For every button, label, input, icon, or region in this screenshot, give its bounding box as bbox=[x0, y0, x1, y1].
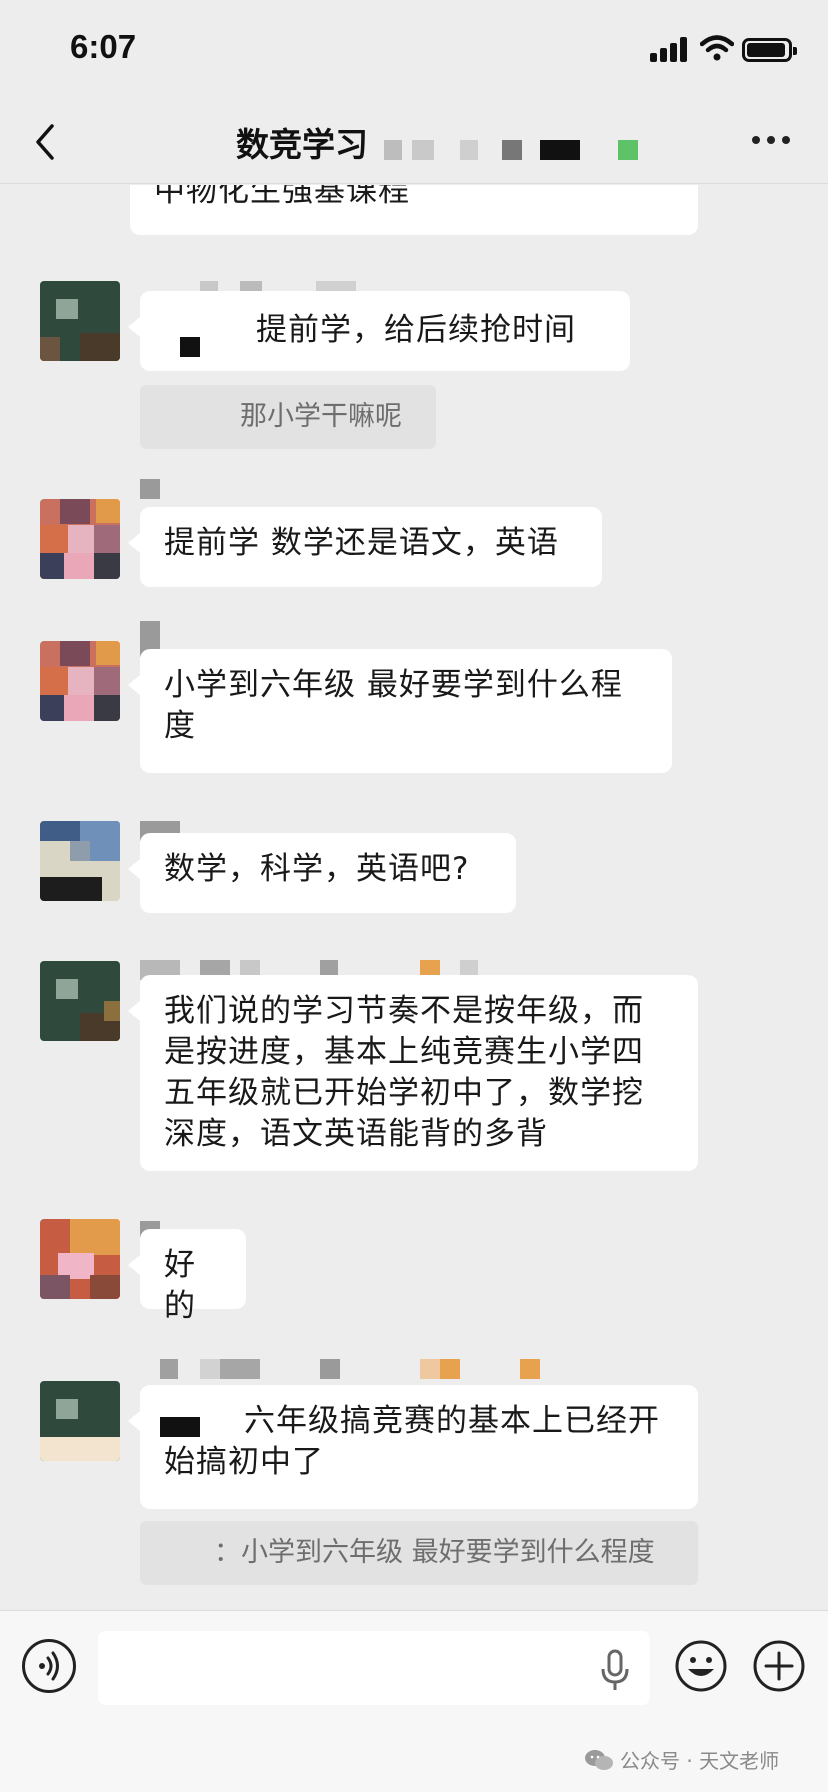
message-bubble[interactable]: 六年级搞竞赛的基本上已经开始搞初中了 bbox=[128, 1385, 698, 1509]
back-chevron-icon[interactable] bbox=[30, 120, 60, 164]
wifi-icon bbox=[700, 35, 734, 61]
message-text: 提前学，给后续抢时间 bbox=[256, 312, 576, 348]
message-input[interactable] bbox=[98, 1631, 650, 1705]
emoji-icon[interactable] bbox=[674, 1639, 728, 1693]
cellular-signal-icon bbox=[650, 36, 690, 62]
input-bar: 公众号 · 天文老师 bbox=[0, 1610, 828, 1792]
quote-text: ：小学到六年级 最好要学到什么程度 bbox=[214, 1537, 655, 1568]
message-list[interactable]: 中物化生强基课程 提前学，给后续抢时间 那小学干嘛呢 提前学 数学还是语文，英语 bbox=[0, 185, 828, 1610]
quoted-message[interactable]: 那小学干嘛呢 bbox=[140, 385, 436, 449]
message-bubble[interactable]: 提前学，给后续抢时间 bbox=[128, 291, 630, 371]
microphone-icon[interactable] bbox=[600, 1649, 630, 1693]
title-redaction bbox=[372, 140, 672, 160]
message-text: 六年级搞竞赛的基本上已经开始搞初中了 bbox=[164, 1403, 660, 1480]
chat-title: 数竞学习 bbox=[236, 125, 368, 164]
message-text: 好的 bbox=[164, 1247, 196, 1324]
avatar[interactable] bbox=[40, 961, 120, 1041]
voice-wave-icon bbox=[39, 1651, 59, 1681]
message-text: 中物化生强基课程 bbox=[154, 185, 410, 209]
avatar[interactable] bbox=[40, 1381, 120, 1461]
voice-input-button[interactable] bbox=[22, 1639, 76, 1693]
quoted-message[interactable]: ：小学到六年级 最好要学到什么程度 bbox=[140, 1521, 698, 1585]
avatar[interactable] bbox=[40, 281, 120, 361]
message-bubble[interactable]: 我们说的学习节奏不是按年级，而是按进度，基本上纯竞赛生小学四五年级就已开始学初中… bbox=[128, 975, 698, 1171]
battery-icon bbox=[742, 38, 797, 62]
avatar[interactable] bbox=[40, 499, 120, 579]
avatar[interactable] bbox=[40, 1219, 120, 1299]
message-bubble[interactable]: 小学到六年级 最好要学到什么程度 bbox=[128, 649, 672, 773]
plus-icon[interactable] bbox=[752, 1639, 806, 1693]
message-bubble[interactable]: 中物化生强基课程 bbox=[130, 185, 698, 235]
message-text: 提前学 数学还是语文，英语 bbox=[164, 525, 559, 561]
sender-nickname-redacted bbox=[140, 621, 170, 657]
redaction-block bbox=[160, 1417, 200, 1437]
message-text: 数学，科学，英语吧? bbox=[164, 851, 470, 887]
message-bubble[interactable]: 好的 bbox=[128, 1229, 246, 1324]
message-bubble[interactable]: 提前学 数学还是语文，英语 bbox=[128, 507, 602, 587]
avatar[interactable] bbox=[40, 821, 120, 901]
more-options-icon[interactable] bbox=[752, 136, 792, 148]
quote-text: 那小学干嘛呢 bbox=[240, 401, 402, 432]
sender-nickname-redacted bbox=[140, 1359, 560, 1379]
sender-nickname-redacted bbox=[140, 479, 170, 499]
watermark-text: 公众号 · 天文老师 bbox=[620, 1749, 780, 1773]
chat-header: 数竞学习 bbox=[0, 100, 828, 184]
status-time: 6:07 bbox=[70, 28, 137, 65]
watermark: 公众号 · 天文老师 bbox=[584, 1745, 779, 1774]
message-bubble[interactable]: 数学，科学，英语吧? bbox=[128, 833, 516, 913]
message-text: 我们说的学习节奏不是按年级，而是按进度，基本上纯竞赛生小学四五年级就已开始学初中… bbox=[164, 993, 644, 1152]
status-bar: 6:07 bbox=[0, 0, 828, 100]
wechat-logo-icon bbox=[585, 1749, 613, 1770]
redaction-block bbox=[180, 337, 200, 357]
message-text: 小学到六年级 最好要学到什么程度 bbox=[164, 667, 623, 744]
avatar[interactable] bbox=[40, 641, 120, 721]
